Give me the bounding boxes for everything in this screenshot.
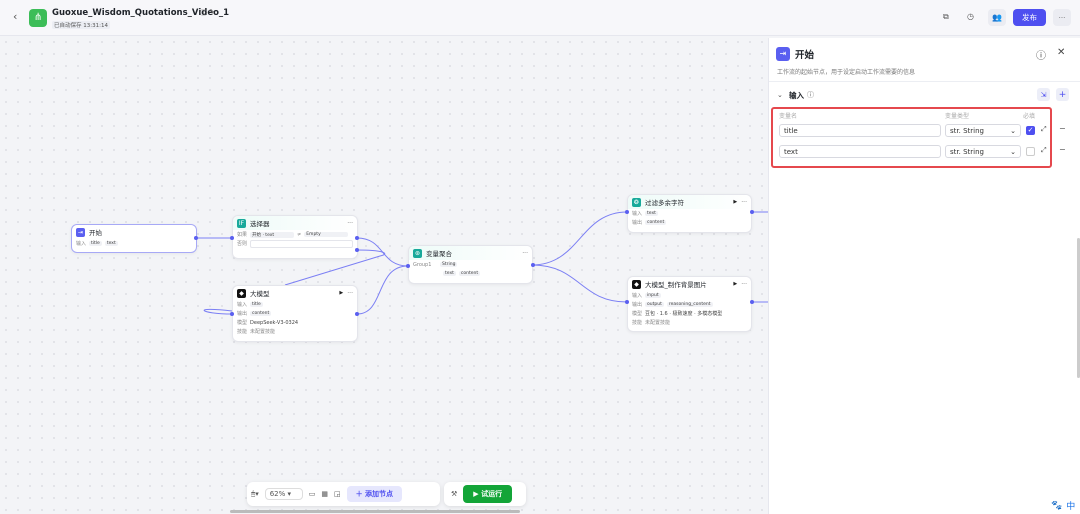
variable-name-input[interactable]: title [779, 124, 941, 137]
port[interactable] [531, 263, 535, 267]
if-icon: IF [237, 218, 246, 228]
panel-title: 开始 [795, 50, 815, 61]
import-button[interactable]: ⇲ [1037, 88, 1050, 101]
app-icon: ⋔ [29, 9, 47, 27]
panel-description: 工作流的起始节点，用于设定启动工作流需要的信息 [777, 69, 916, 76]
more-icon[interactable]: ··· [347, 290, 353, 297]
variable-name-input[interactable]: text [779, 145, 941, 158]
port[interactable] [750, 300, 754, 304]
variables-table: 变量名 变量类型 必填 title str. String ⌄ ✓ ⤢ text … [771, 107, 1052, 168]
publish-button[interactable]: 发布 [1013, 9, 1046, 26]
edit-icon[interactable]: ✎ [209, 8, 215, 16]
port[interactable] [230, 312, 234, 316]
run-icon[interactable]: ▶ [733, 281, 737, 287]
copy-icon[interactable]: ⧉ [943, 12, 949, 22]
expand-icon[interactable]: ⤢ [1041, 125, 1047, 134]
collapse-icon[interactable]: ⌄ [777, 91, 783, 99]
add-node-button[interactable]: ＋ 添加节点 [346, 486, 403, 502]
port[interactable] [625, 300, 629, 304]
code-icon: ❂ [632, 197, 641, 207]
run-icon[interactable]: ▶ [339, 290, 343, 296]
run-icon[interactable]: ▶ [733, 199, 737, 205]
port[interactable] [750, 210, 754, 214]
more-button[interactable]: ··· [1053, 9, 1071, 26]
expand-icon[interactable]: ⤢ [1041, 146, 1047, 155]
edge-llm-aggregator [356, 265, 409, 315]
port[interactable] [230, 236, 234, 240]
back-icon[interactable]: ‹ [13, 10, 17, 23]
test-run-button[interactable]: ▶ 试运行 [463, 485, 513, 503]
minimap-icon[interactable]: ◲ [334, 490, 341, 498]
more-icon[interactable]: ··· [741, 199, 747, 206]
node-filter[interactable]: ❂ 过滤多余字符 ▶ ··· 输入 text 输出 content [627, 194, 752, 233]
horizontal-scrollbar[interactable] [230, 510, 520, 513]
llm-icon: ◆ [237, 288, 246, 298]
close-icon[interactable]: ✕ [1057, 47, 1065, 58]
port[interactable] [355, 248, 359, 252]
llm-icon: ◆ [632, 279, 641, 289]
layout-icon[interactable]: ▦ [321, 490, 328, 498]
variable-type-select[interactable]: str. String ⌄ [945, 145, 1021, 158]
mouse-mode-icon[interactable]: 🖱▾ [251, 490, 259, 499]
history-icon[interactable]: ◷ [967, 12, 974, 21]
port[interactable] [194, 236, 198, 240]
port[interactable] [355, 312, 359, 316]
edge-agg-llm2 [531, 264, 628, 303]
more-icon[interactable]: ··· [522, 250, 528, 257]
port[interactable] [355, 236, 359, 240]
edge-llm-loop [203, 308, 233, 315]
more-icon[interactable]: ··· [347, 220, 353, 227]
comment-icon[interactable]: ▭ [309, 490, 316, 498]
help-icon[interactable]: ⓘ [1036, 47, 1046, 62]
ime-toolbar[interactable]: 🐾 中 [1048, 497, 1080, 514]
zoom-select[interactable]: 62% ▾ [264, 488, 303, 500]
add-variable-button[interactable]: + [1056, 88, 1069, 101]
remove-variable-icon[interactable]: − [1059, 145, 1066, 154]
info-icon[interactable]: ⓘ [200, 8, 207, 18]
debug-icon[interactable]: ⚒ [451, 490, 457, 498]
collaborators-button[interactable]: 👥 [988, 9, 1006, 26]
panel-node-icon: ⇥ [776, 47, 790, 61]
section-title: 输入 [789, 91, 804, 100]
node-aggregator[interactable]: ⊛ 变量聚合 ··· Group1 String text content [408, 245, 533, 284]
node-start[interactable]: ⇥ 开始 输入 title text [71, 224, 197, 253]
top-bar: ‹ ⋔ Guoxue_Wisdom_Quotations_Video_1 ⓘ ✎… [0, 0, 1080, 36]
variable-type-select[interactable]: str. String ⌄ [945, 124, 1021, 137]
required-checkbox[interactable] [1026, 147, 1035, 156]
port[interactable] [406, 264, 410, 268]
run-toolbar: ⚒ ▶ 试运行 [444, 482, 526, 506]
node-selector[interactable]: IF 选择器 ··· 如果 开始 · text ≠ Empty 否则 [232, 215, 358, 259]
port[interactable] [625, 210, 629, 214]
bottom-toolbar: 🖱▾ 62% ▾ ▭ ▦ ◲ ＋ 添加节点 [247, 482, 440, 506]
autosave-status: 已自动保存 13:31:14 [52, 21, 110, 29]
workflow-canvas[interactable]: ⇥ 开始 输入 title text IF 选择器 ··· 如果 开始 · text ≠ Emp… [0, 36, 768, 514]
node-llm2[interactable]: ◆ 大模型_制作背景图片 ▶ ··· 输入 input 输出 output reasonin… [627, 276, 752, 332]
required-checkbox[interactable]: ✓ [1026, 126, 1035, 135]
edges [196, 211, 768, 315]
more-icon[interactable]: ··· [741, 281, 747, 288]
paw-icon: 🐾 [1051, 500, 1063, 511]
divider [769, 81, 1080, 82]
node-config-panel: ⇥ 开始 ⓘ ✕ 工作流的起始节点，用于设定启动工作流需要的信息 ⌄ 输入 ⓘ … [768, 38, 1080, 514]
remove-variable-icon[interactable]: − [1059, 124, 1066, 133]
info-icon: ⓘ [807, 91, 814, 99]
aggregator-icon: ⊛ [413, 248, 422, 258]
node-llm[interactable]: ◆ 大模型 ▶ ··· 输入 title 输出 content 模型 DeepSeek-V3… [232, 285, 358, 342]
edge-agg-filter [531, 211, 628, 266]
start-icon: ⇥ [76, 227, 85, 237]
